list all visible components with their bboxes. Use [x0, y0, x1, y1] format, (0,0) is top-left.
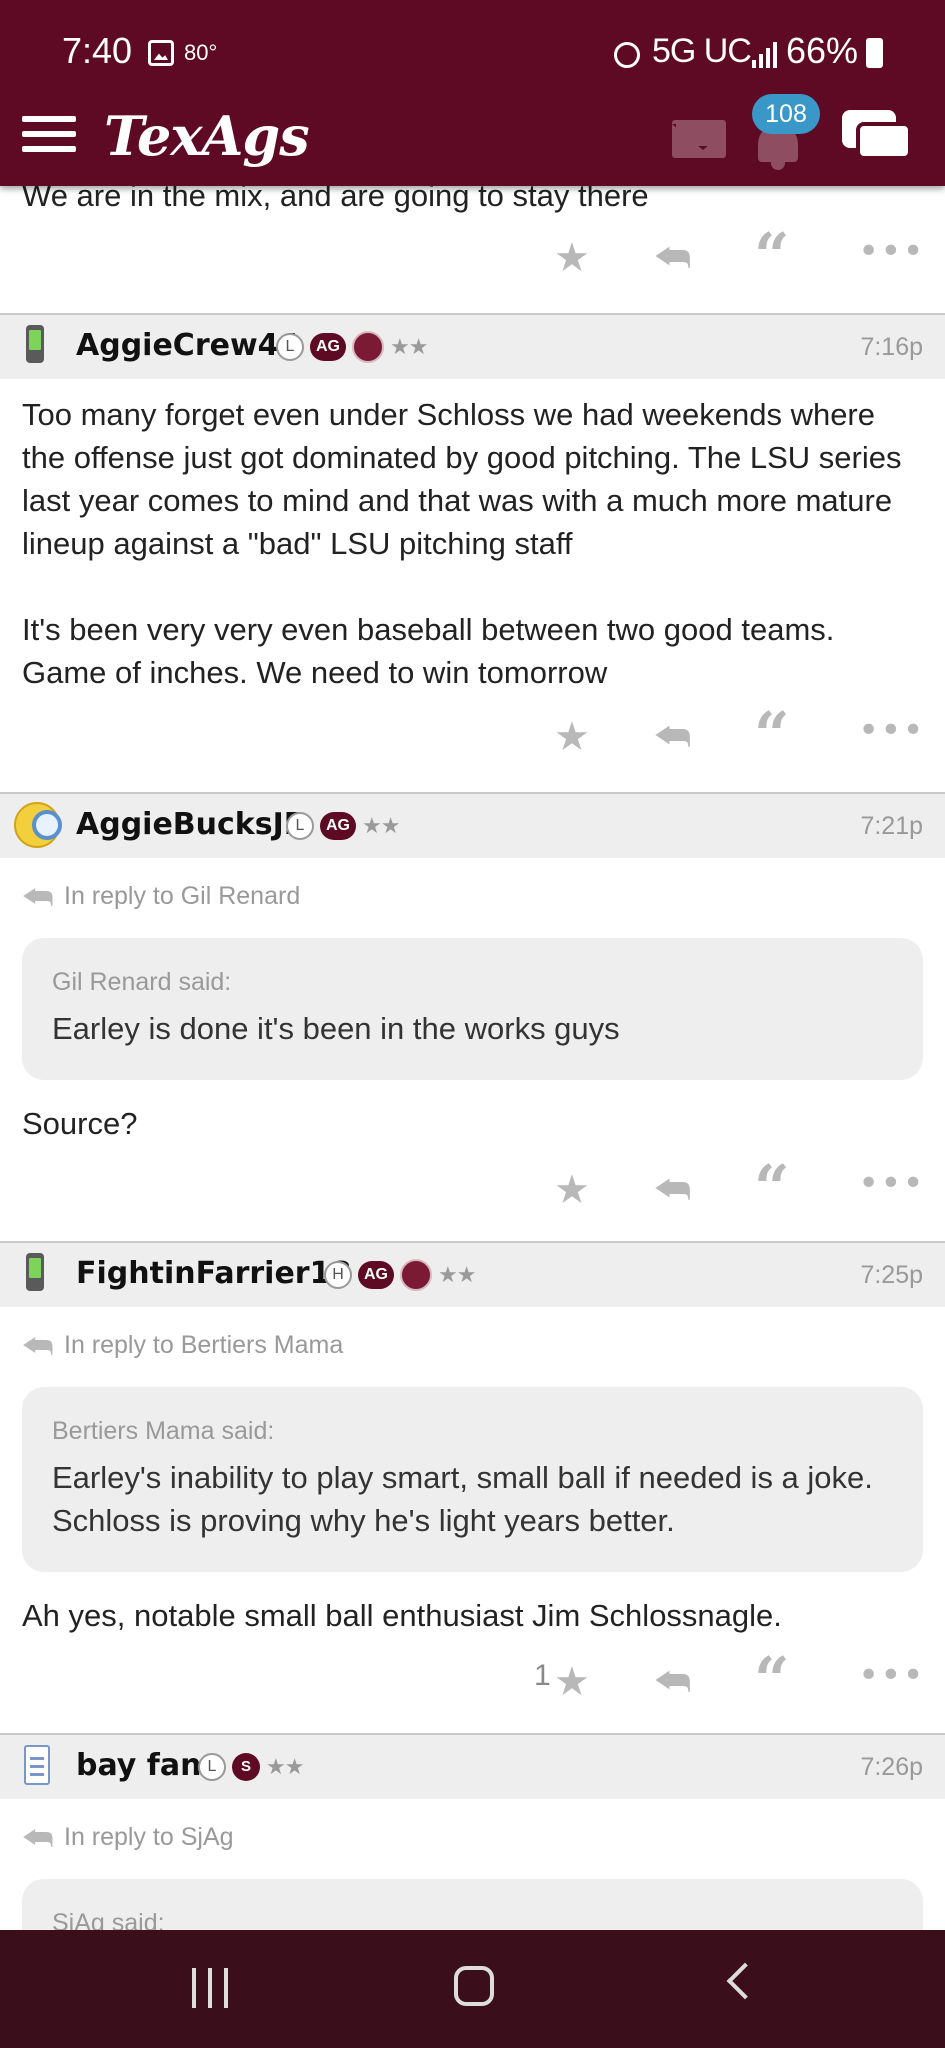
post-header: bay fan L S ★★ 7:26p: [0, 1735, 945, 1799]
user-badges: L AG ★★: [286, 810, 400, 842]
signal-icon: [752, 42, 780, 68]
notification-count-badge[interactable]: 108: [752, 94, 820, 134]
status-time: 7:40: [62, 30, 133, 71]
quote-author: Gil Renard said:: [52, 968, 232, 996]
badge-ag: AG: [358, 1261, 394, 1289]
star-count: 1: [534, 1659, 551, 1692]
post-time: 7:21p: [860, 812, 923, 840]
post-actions: 1 ★ ⮪ “ •••: [0, 1637, 945, 1733]
quote-icon[interactable]: “: [754, 219, 790, 292]
system-nav-bar: [0, 1930, 945, 2048]
quote-box: Gil Renard said: Earley is done it's bee…: [22, 938, 923, 1080]
status-network: 5G UC: [652, 32, 752, 70]
nav-bar: TexAgs 108: [0, 94, 945, 186]
badge-letter: H: [324, 1261, 352, 1289]
post-header: AggieBucksJB L AG ★★ 7:21p: [0, 794, 945, 858]
badge-ag: AG: [320, 812, 356, 840]
status-bar: 7:40 80° 5G UC 66%: [0, 0, 945, 108]
quote-box: Bertiers Mama said: Earley's inability t…: [22, 1387, 923, 1572]
post-time: 7:16p: [860, 333, 923, 361]
quote-text: Earley is done it's been in the works gu…: [52, 1011, 620, 1046]
notepad-icon: [24, 1745, 50, 1785]
badge-letter: L: [276, 333, 304, 361]
stars-icon: ★★: [438, 1262, 476, 1288]
more-icon[interactable]: •••: [858, 231, 925, 275]
app-header: 7:40 80° 5G UC 66% TexAgs 108: [0, 0, 945, 186]
back-icon[interactable]: [726, 1962, 764, 2000]
post-actions: ★ ⮪ “ •••: [0, 1145, 945, 1241]
chat-icon[interactable]: [842, 108, 914, 166]
reply-to-label[interactable]: In reply to Bertiers Mama: [64, 1331, 343, 1360]
quote-icon[interactable]: “: [754, 1643, 790, 1716]
quote-author: Bertiers Mama said:: [52, 1417, 275, 1445]
username[interactable]: FightinFarrier18: [76, 1256, 351, 1291]
post-time: 7:25p: [860, 1261, 923, 1289]
post-header: FightinFarrier18 H AG ★★ 7:25p: [0, 1243, 945, 1307]
mail-icon[interactable]: [672, 120, 726, 158]
reply-to[interactable]: ⮪ In reply to Bertiers Mama: [0, 1307, 945, 1381]
stars-icon: ★★: [362, 813, 400, 839]
battery-icon: [866, 38, 883, 68]
seal-icon: [400, 1259, 432, 1291]
quote-text: Earley's inability to play smart, small …: [52, 1460, 873, 1538]
badge-letter: L: [198, 1753, 226, 1781]
star-icon[interactable]: ★: [554, 1659, 590, 1705]
avatar[interactable]: [14, 1251, 62, 1299]
home-icon[interactable]: [454, 1966, 494, 2006]
post-body: It's been very very even baseball betwee…: [22, 612, 835, 690]
badge-letter: L: [286, 812, 314, 840]
post-body: Too many forget even under Schloss we ha…: [22, 397, 902, 561]
post-body: Source?: [22, 1106, 138, 1141]
thread-content: We are in the mix, and are going to stay…: [0, 178, 945, 2048]
badge-ag: AG: [310, 333, 346, 361]
reply-icon[interactable]: ⮪: [654, 235, 691, 281]
username[interactable]: bay fan: [76, 1748, 201, 1783]
menu-icon[interactable]: [22, 112, 76, 156]
reply-to[interactable]: ⮪ In reply to SjAg: [0, 1799, 945, 1873]
status-temperature: 80°: [184, 40, 218, 65]
star-icon[interactable]: ★: [554, 235, 590, 281]
phone-icon: [26, 1253, 44, 1291]
avatar[interactable]: [14, 802, 62, 850]
alarm-icon: [614, 42, 640, 68]
user-badges: H AG ★★: [324, 1259, 476, 1291]
badge-s: S: [232, 1753, 260, 1781]
reply-icon[interactable]: ⮪: [654, 1659, 691, 1705]
reply-to-label[interactable]: In reply to Gil Renard: [64, 882, 300, 911]
reply-icon[interactable]: ⮪: [654, 1167, 691, 1213]
face-icon: [14, 802, 62, 848]
seal-icon: [352, 331, 384, 363]
reply-arrow-icon: ⮪: [22, 1819, 54, 1859]
user-badges: L AG ★★: [276, 331, 428, 363]
reply-to-label[interactable]: In reply to SjAg: [64, 1823, 234, 1852]
star-icon[interactable]: ★: [554, 714, 590, 760]
gallery-icon: [148, 40, 174, 66]
phone-icon: [26, 325, 44, 363]
username[interactable]: AggieBucksJB: [76, 807, 307, 842]
user-badges: L S ★★: [198, 1751, 304, 1783]
site-logo[interactable]: TexAgs: [104, 104, 310, 168]
username[interactable]: AggieCrew44: [76, 328, 299, 363]
post-actions: ★ ⮪ “ •••: [0, 694, 945, 792]
stars-icon: ★★: [266, 1754, 304, 1780]
avatar[interactable]: [14, 323, 62, 371]
star-icon[interactable]: ★: [554, 1167, 590, 1213]
more-icon[interactable]: •••: [858, 1655, 925, 1699]
reply-icon[interactable]: ⮪: [654, 714, 691, 760]
avatar[interactable]: [14, 1743, 62, 1791]
reply-to[interactable]: ⮪ In reply to Gil Renard: [0, 858, 945, 932]
more-icon[interactable]: •••: [858, 1163, 925, 1207]
post-body: Ah yes, notable small ball enthusiast Ji…: [22, 1598, 782, 1633]
more-icon[interactable]: •••: [858, 710, 925, 754]
recent-apps-icon[interactable]: [192, 1968, 228, 2008]
quote-icon[interactable]: “: [754, 1151, 790, 1224]
stars-icon: ★★: [390, 334, 428, 360]
post-time: 7:26p: [860, 1753, 923, 1781]
status-battery-percent: 66%: [786, 30, 859, 71]
post-header: AggieCrew44 L AG ★★ 7:16p: [0, 315, 945, 379]
reply-arrow-icon: ⮪: [22, 1327, 54, 1367]
post-actions: ★ ⮪ “ •••: [0, 217, 945, 313]
quote-icon[interactable]: “: [754, 698, 790, 771]
reply-arrow-icon: ⮪: [22, 878, 54, 918]
